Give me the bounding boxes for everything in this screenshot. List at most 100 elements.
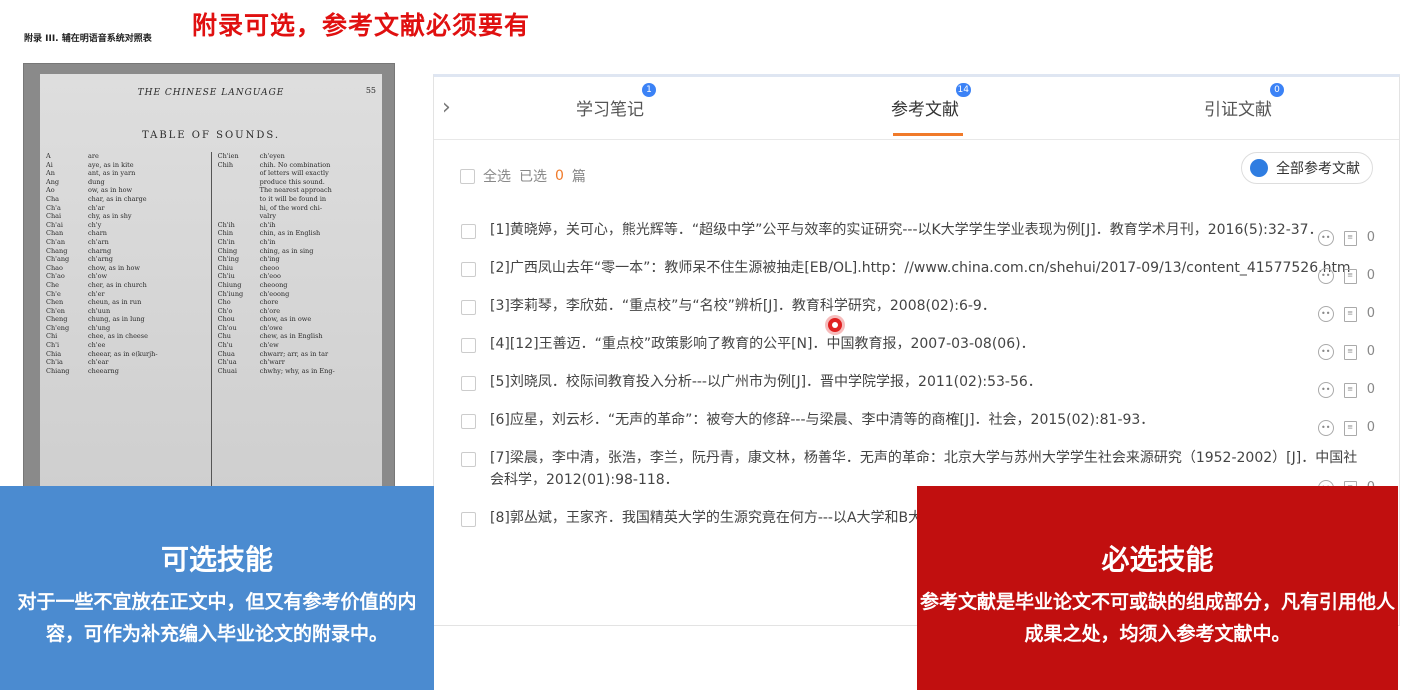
tab-citing-literature[interactable]: 引证文献 0: [1204, 83, 1284, 120]
scan-sound: ch'arn: [88, 237, 109, 246]
scan-syllable: Chao: [46, 263, 63, 272]
reference-checkbox[interactable]: [461, 300, 476, 315]
note-icon[interactable]: ≡: [1343, 268, 1357, 284]
quote-icon[interactable]: ••: [1317, 382, 1334, 398]
reference-actions: •• ≡ 0: [1317, 379, 1375, 401]
chevron-right-icon[interactable]: ›: [442, 95, 451, 120]
scan-syllable: Ch'i: [46, 341, 60, 350]
scan-sound: ch'ing: [259, 255, 280, 264]
reference-checkbox[interactable]: [461, 376, 476, 391]
scan-row: Ch'ia ch'ear: [46, 358, 204, 367]
note-icon[interactable]: ≡: [1343, 306, 1357, 322]
reference-checkbox[interactable]: [461, 452, 476, 467]
scan-syllable: Cha: [46, 194, 60, 203]
required-skill-box: 必选技能 参考文献是毕业论文不可或缺的组成部分，凡有引用他人成果之处，均须入参考…: [917, 486, 1398, 690]
scan-row: Ch'u ch'ew: [218, 341, 376, 350]
reference-item: [4][12]王善迈．“重点校”政策影响了教育的公平[N]．中国教育报，2007…: [434, 327, 1399, 365]
tab-study-notes[interactable]: 学习笔记 1: [576, 83, 656, 120]
scan-syllable: Ch'o: [217, 306, 233, 315]
scan-row: Cheng chung, as in lung: [46, 315, 204, 324]
scan-row: Ch'i ch'ee: [46, 341, 204, 350]
scan-sound: ch'ar: [88, 203, 105, 212]
scan-row: Ao ow, as in how: [46, 186, 204, 195]
select-all-checkbox[interactable]: [460, 168, 475, 184]
scan-sound: to it will be found in: [259, 194, 327, 203]
quote-icon[interactable]: ••: [1317, 344, 1334, 360]
reference-text[interactable]: [4][12]王善迈．“重点校”政策影响了教育的公平[N]．中国教育报，2007…: [490, 333, 1369, 355]
scan-syllable: Chua: [217, 349, 235, 358]
scan-sound: cheearng: [88, 366, 119, 375]
scan-row: Chou chow, as in owe: [218, 315, 376, 324]
reference-text[interactable]: [2]广西凤山去年“零一本”：教师呆不住生源被抽走[EB/OL].http：//…: [490, 257, 1369, 279]
reference-checkbox[interactable]: [461, 338, 476, 353]
scan-header: THE CHINESE LANGUAGE: [137, 88, 285, 98]
reference-text[interactable]: [5]刘晓凤．校际间教育投入分析---以广州市为例[J]．晋中学院学报，2011…: [490, 371, 1369, 393]
scan-syllable: Ch'u: [217, 341, 233, 350]
reference-item: [2]广西凤山去年“零一本”：教师呆不住生源被抽走[EB/OL].http：//…: [434, 251, 1399, 289]
reference-text[interactable]: [3]李莉琴，李欣茹．“重点校”与“名校”辨析[J]．教育科学研究，2008(0…: [490, 295, 1369, 317]
scan-sound: chih. No combination: [259, 160, 331, 169]
scan-sound: ch'ore: [259, 306, 281, 315]
scan-row: Ch'iu ch'eoo: [218, 272, 376, 281]
scan-row: Ch'ien ch'eyen: [218, 152, 376, 161]
scan-syllable: Chiung: [217, 280, 242, 289]
quote-icon[interactable]: ••: [1317, 420, 1334, 436]
note-icon[interactable]: ≡: [1343, 230, 1357, 246]
scan-syllable: Ching: [217, 246, 238, 255]
selected-prefix: 已选: [519, 169, 547, 185]
scan-sound: chew, as in English: [259, 332, 323, 341]
reference-checkbox[interactable]: [461, 262, 476, 277]
scan-syllable: Ch'ang: [46, 255, 70, 264]
scan-page-number: 55: [365, 86, 376, 95]
scan-row: Ch'en ch'uun: [46, 307, 204, 316]
scan-row: Chiang cheearng: [46, 367, 204, 376]
scan-syllable: Chai: [46, 212, 62, 221]
reference-text[interactable]: [1]黄晓婷，关可心，熊光辉等．“超级中学”公平与效率的实证研究---以K大学学…: [490, 219, 1369, 241]
scan-sound: ant, as in yarn: [88, 169, 136, 178]
scan-sound: are: [88, 152, 99, 160]
note-icon[interactable]: ≡: [1343, 382, 1357, 398]
scan-syllable: [218, 204, 260, 213]
scan-sound: ow, as in how: [88, 186, 133, 195]
scan-row: Chia cheear, as in e(kurjh-: [46, 350, 204, 359]
scan-sound: ch'ung: [88, 323, 111, 332]
reference-toolbar: 全选 已选 0 篇 全部参考文献: [434, 139, 1399, 199]
scan-syllable: Ch'ou: [217, 323, 237, 332]
scan-syllable: Che: [46, 280, 60, 289]
scan-row: Chai chy, as in shy: [46, 212, 204, 221]
scan-row: Ch'an ch'arn: [46, 238, 204, 247]
quote-icon[interactable]: ••: [1317, 268, 1334, 284]
select-all-label[interactable]: 全选: [483, 166, 511, 186]
reference-checkbox[interactable]: [461, 512, 476, 527]
scan-syllable: Chiu: [217, 263, 234, 272]
scan-row: Chu chew, as in English: [218, 332, 376, 341]
top-note: 附录可选，参考文献必须要有: [192, 11, 531, 40]
reference-text[interactable]: [7]梁晨，李中清，张浩，李兰，阮丹青，康文林，杨善华．无声的革命：北京大学与苏…: [490, 447, 1369, 491]
scan-sound: ch'uun: [88, 306, 111, 315]
note-icon[interactable]: ≡: [1343, 344, 1357, 360]
scan-syllable: Ch'iu: [217, 272, 235, 281]
quote-icon[interactable]: ••: [1317, 306, 1334, 322]
quote-icon[interactable]: ••: [1317, 230, 1334, 246]
reference-checkbox[interactable]: [461, 224, 476, 239]
reference-text[interactable]: [6]应星，刘云杉．“无声的革命”：被夸大的修辞---与梁晨、李中清等的商榷[J…: [490, 409, 1369, 431]
scan-row: Ai aye, as in kite: [46, 161, 204, 170]
scan-sound: cheoong: [259, 280, 288, 289]
scan-row: Chan charn: [46, 229, 204, 238]
note-icon[interactable]: ≡: [1343, 420, 1357, 436]
all-references-filter-button[interactable]: 全部参考文献: [1241, 152, 1373, 184]
scan-syllable: [218, 178, 260, 187]
reference-checkbox[interactable]: [461, 414, 476, 429]
scan-syllable: Chih: [217, 160, 234, 169]
tab-bar: › 学习笔记 1 参考文献 14 引证文献 0: [434, 77, 1399, 140]
scan-sound: chy, as in shy: [88, 212, 132, 221]
scan-row: Aare: [46, 152, 204, 161]
scan-row: Chua chwarr; arr, as in tar: [218, 350, 376, 359]
reference-item: [5]刘晓凤．校际间教育投入分析---以广州市为例[J]．晋中学院学报，2011…: [434, 365, 1399, 403]
scan-syllable: Cho: [217, 298, 231, 307]
scan-syllable: Ch'ing: [217, 255, 239, 264]
scan-row: Ch'iung ch'eoong: [218, 290, 376, 299]
scan-sound: ch'eyen: [259, 152, 285, 160]
note-count: 0: [1366, 420, 1375, 435]
tab-references[interactable]: 参考文献 14: [891, 83, 971, 120]
